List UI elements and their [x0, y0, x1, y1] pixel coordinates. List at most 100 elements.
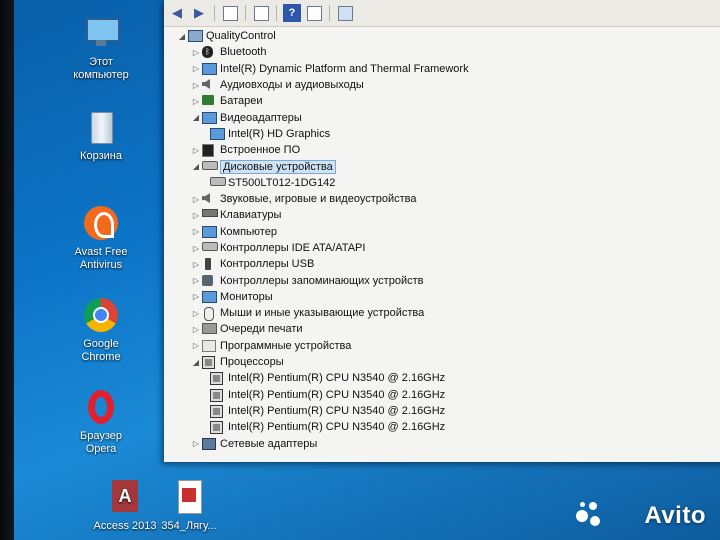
expand-arrow-icon[interactable]: ▷: [190, 309, 202, 318]
desktop-icon-access[interactable]: A Access 2013: [90, 478, 160, 533]
tree-category-label: Intel(R) Dynamic Platform and Thermal Fr…: [220, 62, 469, 75]
expand-arrow-icon[interactable]: ▷: [190, 227, 202, 236]
expand-arrow-icon[interactable]: ▷: [190, 325, 202, 334]
tree-device[interactable]: Intel(R) Pentium(R) CPU N3540 @ 2.16GHz: [176, 370, 720, 386]
collapse-arrow-icon[interactable]: ◢: [176, 32, 188, 41]
properties-icon[interactable]: [252, 4, 270, 22]
tree-category[interactable]: ▷ Звуковые, игровые и видеоустройства: [176, 191, 720, 207]
tree-category[interactable]: ▷ Батареи: [176, 93, 720, 109]
tree-category[interactable]: ◢ Дисковые устройства: [176, 158, 720, 174]
tree-category[interactable]: ▷ Контроллеры IDE ATA/ATAPI: [176, 240, 720, 256]
access-icon: A: [106, 478, 144, 516]
expand-arrow-icon[interactable]: ▷: [190, 64, 202, 73]
tree-device-label: Intel(R) HD Graphics: [228, 127, 331, 140]
toolbar-divider: [245, 5, 246, 21]
expand-arrow-icon[interactable]: ▷: [190, 276, 202, 285]
expand-arrow-icon[interactable]: ▷: [190, 195, 202, 204]
tree-category[interactable]: ▷ Аудиовходы и аудиовыходы: [176, 77, 720, 93]
opera-icon: [82, 388, 120, 426]
usb-icon: [202, 258, 215, 271]
this-pc-icon: [82, 14, 120, 52]
tree-category-label: Клавиатуры: [220, 209, 282, 222]
desktop-icon-label: Google Chrome: [81, 338, 121, 363]
processor-icon: [210, 421, 223, 435]
tree-category-label: Контроллеры USB: [220, 258, 315, 271]
desktop-icon-opera[interactable]: Браузер Opera: [66, 388, 136, 456]
desktop-icon-label: Этот компьютер: [73, 56, 129, 81]
desktop-icon-chrome[interactable]: Google Chrome: [66, 296, 136, 364]
battery-icon: [202, 95, 215, 107]
tree-device-label: Intel(R) Pentium(R) CPU N3540 @ 2.16GHz: [228, 421, 446, 434]
tree-root-label: QualityControl: [206, 30, 276, 43]
desktop-icon-pdf[interactable]: 354_Лягу...: [154, 478, 224, 533]
device-manager-window: ◀ ▶ ? ◢ QualityControl ▷ ᛒ Bluetooth ▷ Intel…: [164, 0, 720, 462]
tree-device-label: ST500LT012-1DG142: [228, 176, 336, 189]
desktop-icon-label: Access 2013: [93, 520, 157, 532]
pdf-file-icon: [170, 478, 208, 516]
collapse-arrow-icon[interactable]: ◢: [190, 113, 202, 122]
display-adapter-icon: [202, 111, 217, 124]
printer-icon: [202, 323, 217, 335]
tree-category[interactable]: ▷ Сетевые адаптеры: [176, 435, 720, 451]
forward-icon[interactable]: ▶: [190, 4, 208, 22]
desktop-icon-this-pc[interactable]: Этот компьютер: [66, 14, 136, 82]
computer-icon: [202, 225, 217, 238]
monitor-icon: [202, 62, 217, 75]
expand-arrow-icon[interactable]: ▷: [190, 260, 202, 269]
tree-category-label: Аудиовходы и аудиовыходы: [220, 79, 364, 92]
tree-device[interactable]: Intel(R) Pentium(R) CPU N3540 @ 2.16GHz: [176, 387, 720, 403]
expand-arrow-icon[interactable]: ▷: [190, 439, 202, 448]
tree-category-label: Видеоадаптеры: [220, 111, 302, 124]
tree-category[interactable]: ▷ Программные устройства: [176, 338, 720, 354]
expand-arrow-icon[interactable]: ▷: [190, 48, 202, 57]
device-tree: ◢ QualityControl ▷ ᛒ Bluetooth ▷ Intel(R) Dy…: [176, 28, 720, 462]
tree-category[interactable]: ▷ Встроенное ПО: [176, 142, 720, 158]
toolbar-divider: [329, 5, 330, 21]
tree-category[interactable]: ▷ ᛒ Bluetooth: [176, 44, 720, 60]
view-icon[interactable]: [305, 4, 323, 22]
tree-category[interactable]: ▷ Компьютер: [176, 224, 720, 240]
tree-device[interactable]: Intel(R) HD Graphics: [176, 126, 720, 142]
tree-root[interactable]: ◢ QualityControl: [176, 28, 720, 44]
keyboard-icon: [202, 209, 218, 221]
bluetooth-icon: ᛒ: [202, 46, 215, 59]
tree-category-label: Bluetooth: [220, 46, 267, 59]
collapse-arrow-icon[interactable]: ◢: [190, 162, 202, 171]
tree-category[interactable]: ◢ Видеоадаптеры: [176, 109, 720, 125]
toolbar-divider: [214, 5, 215, 21]
expand-arrow-icon[interactable]: ▷: [190, 244, 202, 253]
desktop-icon-recycle-bin[interactable]: Корзина: [66, 108, 136, 163]
mouse-icon: [202, 307, 215, 322]
speaker-icon: [202, 193, 215, 205]
help-icon[interactable]: ?: [283, 4, 301, 22]
tree-category-label: Контроллеры запоминающих устройств: [220, 274, 424, 287]
tree-category[interactable]: ▷ Мыши и иные указывающие устройства: [176, 305, 720, 322]
tree-category[interactable]: ▷ Intel(R) Dynamic Platform and Thermal F…: [176, 61, 720, 77]
tree-category[interactable]: ▷ Очереди печати: [176, 321, 720, 337]
desktop: Этот компьютер Корзина Avast Free Antivi…: [14, 0, 720, 540]
tree-device[interactable]: Intel(R) Pentium(R) CPU N3540 @ 2.16GHz: [176, 403, 720, 419]
show-hide-console-tree-icon[interactable]: [221, 4, 239, 22]
tree-category[interactable]: ▷ Контроллеры запоминающих устройств: [176, 272, 720, 288]
display-adapter-icon: [210, 127, 225, 140]
tree-category[interactable]: ▷ Контроллеры USB: [176, 256, 720, 272]
tree-category[interactable]: ▷ Клавиатуры: [176, 207, 720, 223]
scan-hardware-icon[interactable]: [336, 4, 354, 22]
tree-category-label: Батареи: [220, 95, 263, 108]
expand-arrow-icon[interactable]: ▷: [190, 292, 202, 301]
desktop-icon-avast[interactable]: Avast Free Antivirus: [66, 204, 136, 272]
tree-category[interactable]: ▷ Мониторы: [176, 289, 720, 305]
expand-arrow-icon[interactable]: ▷: [190, 211, 202, 220]
back-icon[interactable]: ◀: [168, 4, 186, 22]
tree-category[interactable]: ◢ Процессоры: [176, 354, 720, 370]
tree-device[interactable]: ST500LT012-1DG142: [176, 175, 720, 191]
expand-arrow-icon[interactable]: ▷: [190, 146, 202, 155]
processor-icon: [202, 356, 215, 370]
firmware-icon: [202, 144, 215, 158]
expand-arrow-icon[interactable]: ▷: [190, 341, 202, 350]
expand-arrow-icon[interactable]: ▷: [190, 81, 202, 90]
collapse-arrow-icon[interactable]: ◢: [190, 358, 202, 367]
expand-arrow-icon[interactable]: ▷: [190, 97, 202, 106]
tree-category-label: Контроллеры IDE ATA/ATAPI: [220, 242, 366, 254]
tree-device[interactable]: Intel(R) Pentium(R) CPU N3540 @ 2.16GHz: [176, 419, 720, 435]
